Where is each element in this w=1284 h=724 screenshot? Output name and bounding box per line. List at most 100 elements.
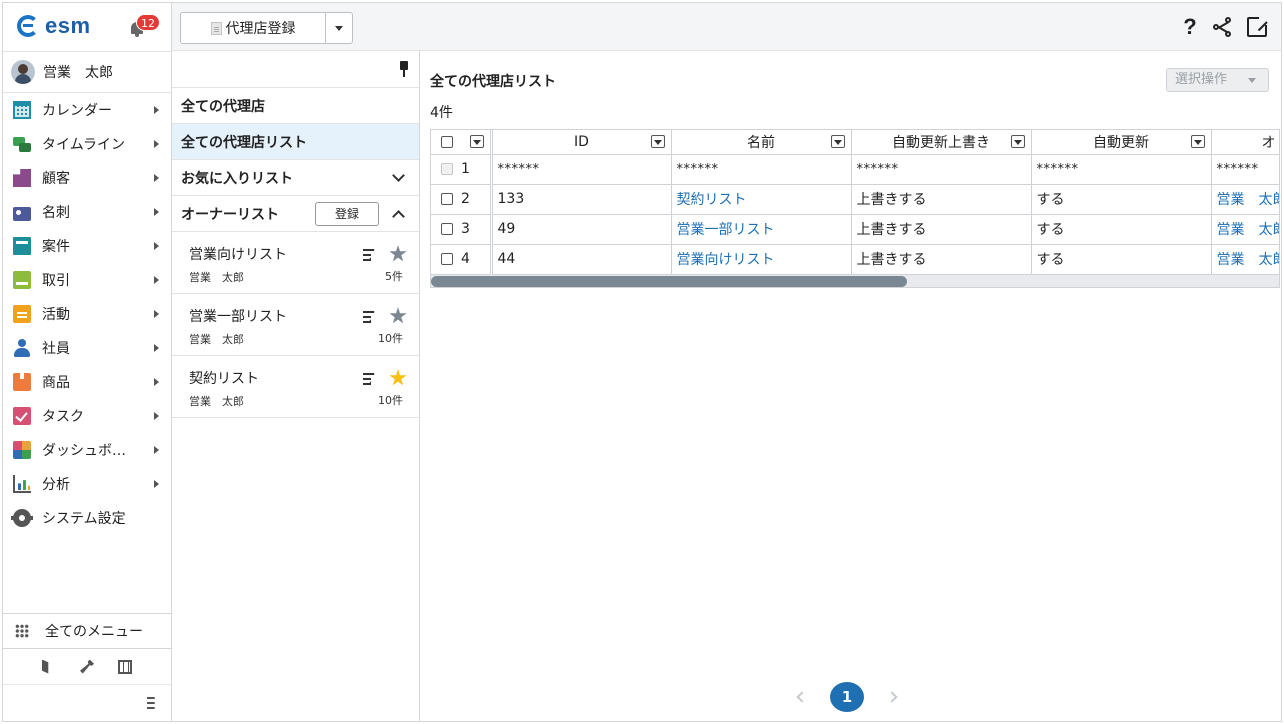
analytics-icon — [13, 475, 31, 493]
wrench-icon[interactable] — [80, 659, 94, 674]
register-agency-button[interactable]: 代理店登録 — [181, 13, 326, 43]
select-all-checkbox[interactable] — [441, 135, 453, 148]
cell-owner-link[interactable]: 営業 太郎 — [1211, 184, 1279, 215]
cell-id: 133 — [491, 184, 672, 215]
table-row[interactable]: 1 ****** ****** ****** ****** ****** — [431, 154, 1279, 185]
logo-text: esm — [45, 13, 91, 38]
table-row[interactable]: 4 44 営業向けリスト 上書きする する 営業 太郎 — [431, 244, 1279, 275]
column-menu-button[interactable] — [650, 135, 665, 148]
chevron-right-icon — [154, 412, 159, 420]
box-icon — [13, 373, 31, 391]
building-icon — [13, 169, 31, 187]
column-menu-button[interactable] — [1190, 135, 1205, 148]
esm-logo[interactable]: esm — [17, 13, 91, 39]
select-all-header — [431, 130, 493, 155]
list-item-count: 10件 — [378, 394, 403, 407]
chevron-right-icon[interactable] — [886, 691, 898, 703]
sidebar-item-customers[interactable]: 顧客 — [3, 161, 171, 195]
collapse-sidebar-icon[interactable] — [147, 697, 155, 709]
checkbox-icon — [13, 407, 31, 425]
list-item[interactable]: 契約リスト 営業 太郎 10件 — [172, 355, 419, 417]
user-profile[interactable]: 営業 太郎 — [3, 51, 171, 93]
data-grid: ID 名前 自動更新上書き 自動更新 オ 1 ****** ****** ***… — [430, 129, 1280, 288]
help-icon[interactable]: ? — [1181, 15, 1199, 39]
sidebar-item-projects[interactable]: 案件 — [3, 229, 171, 263]
sidebar-item-system-settings[interactable]: システム設定 — [3, 501, 171, 535]
cell-auto-update: する — [1031, 184, 1212, 215]
sidebar-item-employees[interactable]: 社員 — [3, 331, 171, 365]
open-external-icon[interactable] — [1247, 16, 1268, 37]
logo-mark-icon — [17, 15, 39, 37]
sidebar-item-tasks[interactable]: タスク — [3, 399, 171, 433]
register-agency-label: 代理店登録 — [225, 21, 296, 37]
sidebar-item-dashboard[interactable]: ダッシュボ… — [3, 433, 171, 467]
table-row[interactable]: 2 133 契約リスト 上書きする する 営業 太郎 — [431, 184, 1279, 215]
horizontal-scrollbar[interactable] — [431, 275, 1279, 287]
table-row[interactable]: 3 49 営業一部リスト 上書きする する 営業 太郎 — [431, 214, 1279, 245]
all-agency-list-item[interactable]: 全ての代理店リスト — [172, 123, 419, 159]
sidebar-item-timeline[interactable]: タイムライン — [3, 127, 171, 161]
sidebar-item-products[interactable]: 商品 — [3, 365, 171, 399]
row-select-cell: 1 — [431, 154, 493, 185]
cell-id: 44 — [491, 244, 672, 275]
video-icon[interactable] — [118, 659, 132, 674]
cell-owner-link[interactable]: 営業 太郎 — [1211, 214, 1279, 245]
header-menu-button[interactable] — [469, 135, 484, 148]
cell-owner-link[interactable]: 営業 太郎 — [1211, 244, 1279, 275]
row-checkbox — [441, 163, 453, 175]
column-header-id[interactable]: ID — [491, 130, 672, 155]
sidebar-item-activities[interactable]: 活動 — [3, 297, 171, 331]
notification-badge[interactable]: 12 — [136, 14, 160, 31]
column-header-label: 名前 — [747, 134, 775, 151]
row-checkbox[interactable] — [441, 193, 453, 205]
scrollbar-thumb[interactable] — [431, 276, 907, 287]
cell-name-link[interactable]: 契約リスト — [671, 184, 852, 215]
cell-name-link[interactable]: 営業向けリスト — [671, 244, 852, 275]
sidebar-item-label: カレンダー — [42, 103, 112, 119]
register-list-button[interactable]: 登録 — [315, 202, 379, 226]
cell-name-link[interactable]: 営業一部リスト — [671, 214, 852, 245]
page-title: 全ての代理店リスト — [430, 74, 556, 90]
page-button-current[interactable]: 1 — [830, 682, 864, 712]
share-icon[interactable] — [1213, 17, 1233, 37]
sidebar-item-label: 案件 — [42, 239, 70, 255]
favorites-section[interactable]: お気に入りリスト — [172, 159, 419, 195]
cell-id: ****** — [491, 154, 672, 185]
sidebar-item-calendar[interactable]: カレンダー — [3, 93, 171, 127]
list-item-count: 5件 — [385, 270, 403, 283]
owner-list-section[interactable]: オーナーリスト 登録 — [172, 195, 419, 231]
tools-row — [3, 649, 171, 685]
toolbar: 代理店登録 ? — [172, 3, 1281, 51]
list-item[interactable]: 営業一部リスト 営業 太郎 10件 — [172, 293, 419, 355]
chevron-right-icon — [154, 378, 159, 386]
manual-book-icon[interactable] — [42, 659, 49, 674]
column-header-owner[interactable]: オ — [1211, 130, 1279, 155]
all-menu-label: 全てのメニュー — [45, 624, 143, 640]
chevron-left-icon[interactable] — [796, 691, 808, 703]
sidebar-item-label: 社員 — [42, 341, 70, 357]
all-agencies-item[interactable]: 全ての代理店 — [172, 87, 419, 123]
avatar — [11, 60, 35, 84]
cell-auto-update: する — [1031, 214, 1212, 245]
column-header-name[interactable]: 名前 — [671, 130, 852, 155]
chevron-right-icon — [154, 480, 159, 488]
list-item[interactable]: 営業向けリスト 営業 太郎 5件 — [172, 231, 419, 293]
column-header-overwrite[interactable]: 自動更新上書き — [851, 130, 1032, 155]
select-operation-dropdown[interactable]: 選択操作 — [1166, 68, 1269, 92]
pin-icon[interactable] — [399, 61, 409, 77]
column-header-auto-update[interactable]: 自動更新 — [1031, 130, 1212, 155]
record-count: 4件 — [430, 105, 453, 121]
timeline-icon — [13, 135, 31, 153]
collapse-row — [3, 685, 171, 721]
sidebar-item-deals[interactable]: 取引 — [3, 263, 171, 297]
sidebar-item-business-cards[interactable]: 名刺 — [3, 195, 171, 229]
column-menu-button[interactable] — [1010, 135, 1025, 148]
sidebar-item-analytics[interactable]: 分析 — [3, 467, 171, 501]
register-agency-dropdown-button[interactable] — [326, 13, 352, 43]
row-checkbox[interactable] — [441, 253, 453, 265]
all-menu-button[interactable]: 全てのメニュー — [3, 613, 171, 649]
cell-auto-update: ****** — [1031, 154, 1212, 185]
deal-icon — [13, 271, 31, 289]
column-menu-button[interactable] — [830, 135, 845, 148]
row-checkbox[interactable] — [441, 223, 453, 235]
